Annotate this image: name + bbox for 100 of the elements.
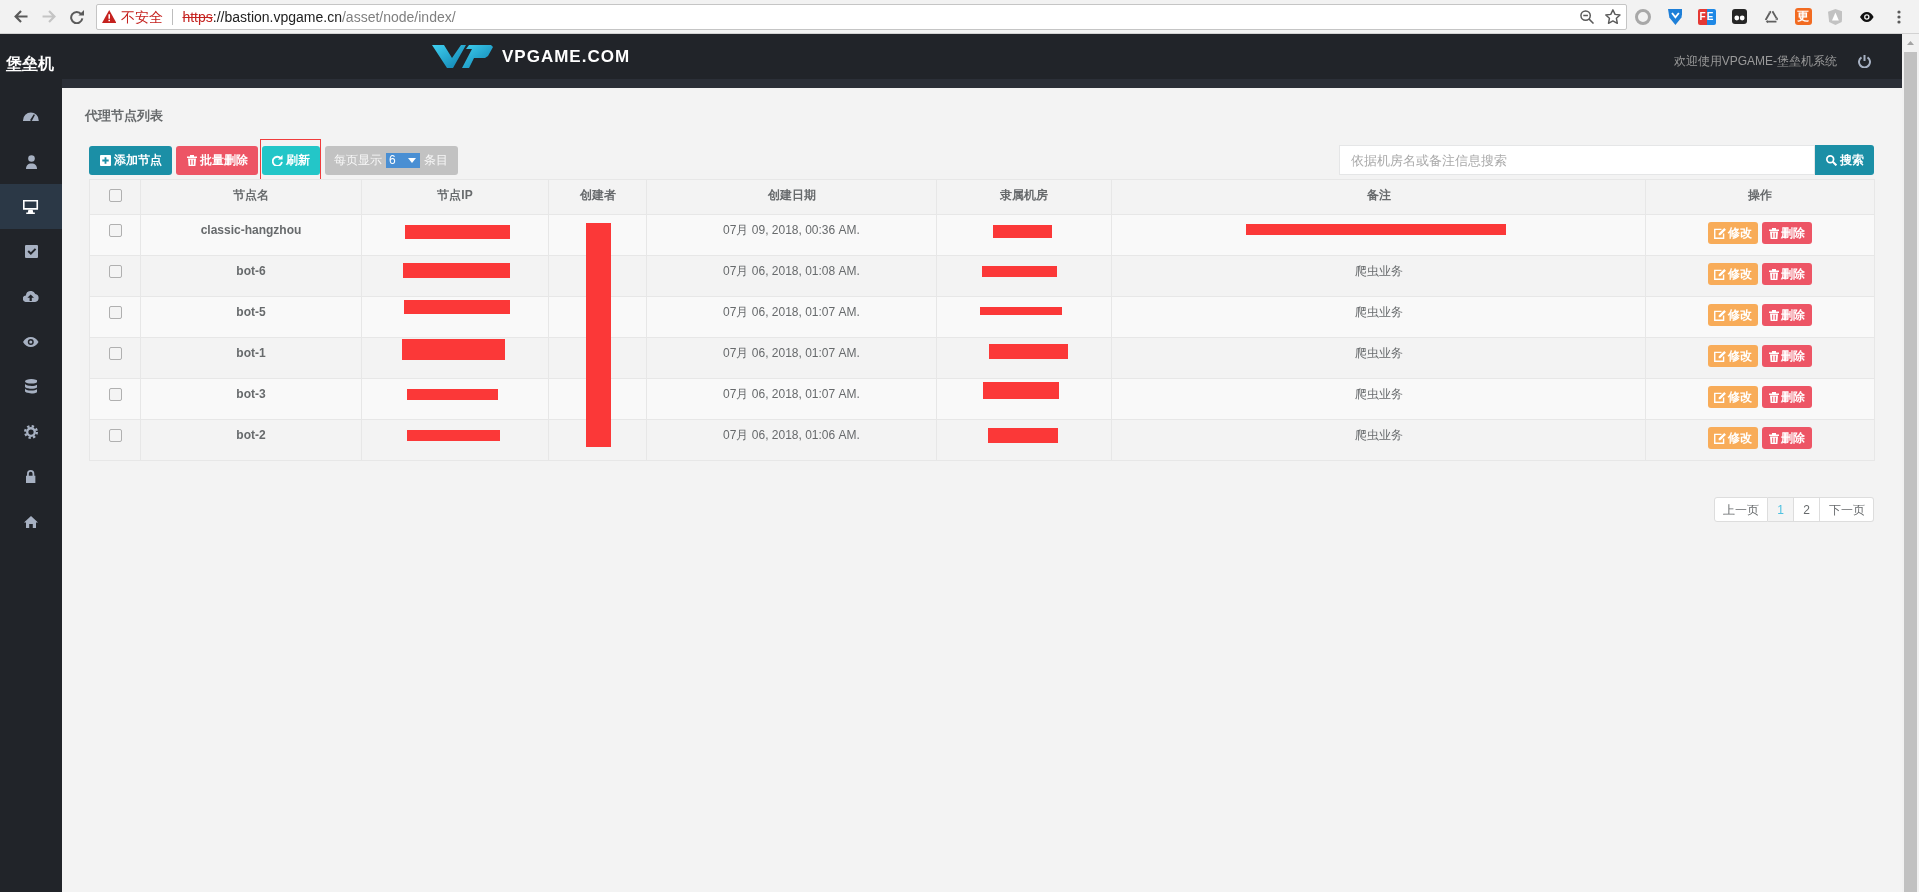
eye-icon[interactable]: [1860, 11, 1874, 22]
checkbox[interactable]: [108, 347, 122, 360]
column-header: 节点名: [233, 188, 269, 202]
home-icon: [24, 515, 38, 528]
dots-tile-icon[interactable]: [1731, 9, 1747, 24]
edit-button[interactable]: 修改: [1708, 263, 1758, 285]
node-note: 爬虫业务: [1354, 346, 1403, 360]
logo-text: VPGAME.COM: [502, 46, 631, 67]
page-number[interactable]: 1: [1768, 497, 1794, 522]
delete-button[interactable]: 删除: [1762, 222, 1812, 244]
refresh-button[interactable]: 刷新: [262, 145, 320, 175]
reload-icon[interactable]: [70, 9, 84, 24]
edit-button[interactable]: 修改: [1708, 345, 1758, 367]
column-header: 隶属机房: [1000, 188, 1048, 202]
pagination-prev[interactable]: 上一页: [1714, 497, 1768, 522]
shield-icon[interactable]: [1667, 8, 1683, 25]
delete-button[interactable]: 删除: [1762, 427, 1812, 449]
user-icon: [25, 154, 37, 169]
checkbox[interactable]: [108, 265, 122, 278]
created-date: 07月 06, 2018, 01:07 AM.: [723, 387, 860, 401]
address-bar[interactable]: 不安全 https://bastion.vpgame.cn/asset/node/index/: [96, 3, 1627, 30]
created-date: 07月 06, 2018, 01:08 AM.: [723, 264, 860, 278]
page-number[interactable]: 2: [1794, 497, 1820, 522]
checkbox[interactable]: [108, 224, 122, 237]
edit-button[interactable]: 修改: [1708, 386, 1758, 408]
lock-icon: [26, 470, 36, 483]
caret-down-icon: [408, 157, 416, 163]
nav-item[interactable]: [0, 184, 62, 229]
checkbox[interactable]: [108, 189, 122, 202]
created-date: 07月 06, 2018, 01:07 AM.: [723, 305, 860, 319]
node-name: bot-1: [236, 346, 266, 360]
edit-icon: [1714, 350, 1726, 362]
column-header: 节点IP: [437, 188, 473, 202]
node-note: 爬虫业务: [1354, 387, 1403, 401]
edit-button[interactable]: 修改: [1708, 427, 1758, 449]
eye-icon: [23, 336, 39, 347]
kebab-menu-icon[interactable]: [1897, 9, 1901, 24]
edit-icon: [1714, 268, 1726, 280]
column-header: 操作: [1748, 188, 1772, 202]
star-icon[interactable]: [1605, 9, 1621, 24]
trash-icon: [186, 154, 197, 166]
trash-icon: [1769, 309, 1779, 321]
node-name: classic-hangzhou: [200, 223, 302, 237]
trash-icon: [1769, 350, 1779, 362]
edit-icon: [1714, 227, 1726, 239]
trash-icon: [1769, 268, 1779, 280]
logo-mark-icon: [432, 45, 493, 68]
column-header: 创建者: [579, 188, 616, 202]
desktop-icon: [23, 199, 39, 214]
node-note: 爬虫业务: [1354, 428, 1403, 442]
edit-button[interactable]: 修改: [1708, 222, 1758, 244]
node-note: 爬虫业务: [1354, 305, 1403, 319]
delete-button[interactable]: 删除: [1762, 304, 1812, 326]
page-size-select[interactable]: 6: [386, 152, 420, 168]
checkbox[interactable]: [108, 388, 122, 401]
url-text: https://bastion.vpgame.cn/asset/node/index/: [182, 7, 456, 26]
node-name: bot-6: [236, 264, 266, 278]
pagination-next[interactable]: 下一页: [1820, 497, 1874, 522]
edit-button[interactable]: 修改: [1708, 304, 1758, 326]
delete-button[interactable]: 删除: [1762, 263, 1812, 285]
delete-button[interactable]: 删除: [1762, 386, 1812, 408]
created-date: 07月 09, 2018, 00:36 AM.: [723, 223, 860, 237]
search-button[interactable]: 搜索: [1815, 145, 1874, 175]
zoom-out-icon[interactable]: [1580, 9, 1594, 24]
extension-button[interactable]: 更: [1794, 8, 1812, 25]
brand-title: 堡垒机: [6, 54, 54, 72]
add-button[interactable]: 添加节点: [89, 145, 172, 175]
trash-icon: [1769, 227, 1779, 239]
node-name: bot-2: [236, 428, 266, 442]
recycle-icon[interactable]: [1763, 9, 1779, 24]
search-icon: [1825, 154, 1837, 166]
scrollbar[interactable]: [1902, 34, 1919, 892]
delete-button[interactable]: 删除: [1762, 345, 1812, 367]
column-header: 创建日期: [767, 188, 816, 202]
search-field[interactable]: 依据机房名或备注信息搜索: [1339, 145, 1815, 175]
node-name: bot-5: [236, 305, 266, 319]
edit-icon: [1714, 309, 1726, 321]
batch-delete-button[interactable]: 批量删除: [176, 145, 258, 175]
refresh-icon: [272, 154, 283, 166]
back-arrow-icon[interactable]: [13, 10, 29, 23]
column-header: 备注: [1366, 188, 1391, 202]
settings-icon: [24, 424, 38, 439]
created-date: 07月 06, 2018, 01:06 AM.: [723, 428, 860, 442]
welcome-text: 欢迎使用VPGAME-堡垒机系统: [1673, 52, 1837, 69]
created-date: 07月 06, 2018, 01:07 AM.: [723, 346, 860, 360]
trash-icon: [1769, 432, 1779, 444]
trash-icon: [1769, 391, 1779, 403]
node-note: 爬虫业务: [1354, 264, 1403, 278]
cloud-upload-icon: [22, 291, 40, 302]
gauge-icon: [23, 112, 39, 121]
checkbox[interactable]: [108, 306, 122, 319]
page-title: 代理节点列表: [85, 108, 164, 124]
checkbox[interactable]: [108, 429, 122, 442]
scrollbar-thumb[interactable]: [1904, 52, 1917, 892]
database-icon: [24, 379, 38, 394]
warning-icon: [102, 10, 117, 23]
edit-icon: [1714, 432, 1726, 444]
power-icon[interactable]: [1858, 53, 1871, 68]
security-label: 不安全: [121, 7, 164, 26]
node-name: bot-3: [236, 387, 266, 401]
